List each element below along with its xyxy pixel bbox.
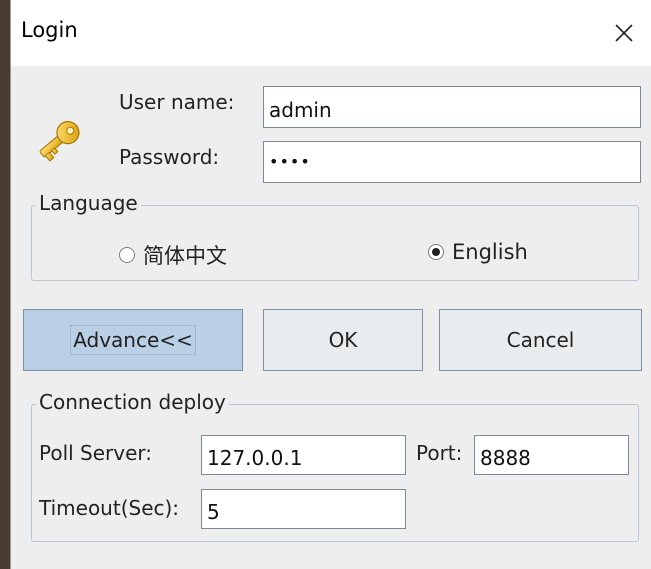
poll-server-label: Poll Server: — [39, 441, 153, 465]
port-field[interactable] — [474, 435, 629, 475]
timeout-label: Timeout(Sec): — [39, 496, 180, 520]
password-label: Password: — [119, 145, 220, 169]
title-bar[interactable]: Login — [11, 0, 651, 66]
connection-legend: Connection deploy — [36, 390, 229, 414]
poll-server-field[interactable] — [201, 435, 406, 475]
ok-button[interactable]: OK — [263, 309, 423, 371]
key-icon — [39, 121, 80, 162]
password-field[interactable]: •••• — [263, 141, 641, 183]
radio-english[interactable]: English — [428, 240, 528, 264]
cancel-button[interactable]: Cancel — [439, 309, 642, 371]
cancel-button-label: Cancel — [506, 328, 575, 352]
background-window-edge — [0, 0, 10, 569]
window-title: Login — [21, 18, 78, 42]
radio-label-chinese: 简体中文 — [143, 244, 227, 268]
close-icon — [615, 24, 633, 42]
radio-icon — [119, 247, 135, 263]
language-legend: Language — [36, 191, 141, 215]
port-label: Port: — [416, 441, 463, 465]
radio-simplified-chinese[interactable]: 简体中文 — [119, 240, 227, 270]
advance-button[interactable]: Advance<< — [23, 309, 243, 371]
radio-selected-icon — [428, 244, 444, 260]
close-button[interactable] — [596, 0, 651, 66]
login-dialog: Login User name: Password: •••• Lang — [10, 0, 651, 569]
ok-button-label: OK — [328, 328, 358, 352]
advance-button-label: Advance<< — [70, 325, 196, 355]
username-field[interactable] — [263, 86, 641, 128]
timeout-field[interactable] — [201, 489, 406, 529]
username-label: User name: — [119, 90, 235, 114]
radio-label-english: English — [452, 240, 528, 264]
